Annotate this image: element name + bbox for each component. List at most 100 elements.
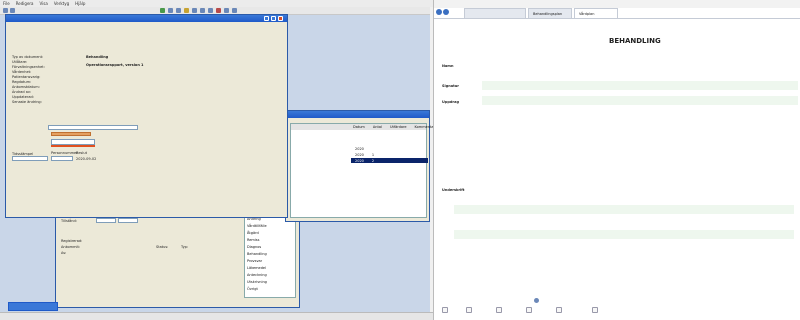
tab-2[interactable]: Behandlingsplan [528, 8, 572, 18]
forward-icon[interactable] [10, 8, 15, 13]
label-by: Av: [61, 251, 67, 255]
status-bar [0, 312, 433, 320]
new-icon[interactable] [160, 8, 165, 13]
data-grid: Datum Antal Utfärdare Kommentar 2020 202… [290, 123, 435, 218]
label-issuer: Utlåtare: [12, 60, 28, 64]
menu-file[interactable]: File [3, 1, 10, 6]
label-state: Tillstånd: [61, 219, 77, 223]
state-field-2[interactable] [118, 218, 138, 223]
label-last-change: Senaste ändring: [12, 100, 42, 104]
list-item-label: Läkemedel [247, 265, 267, 270]
print-icon[interactable] [192, 8, 197, 13]
timestamp-field[interactable] [12, 156, 48, 161]
label-unit: Förvaltningsenhet: [12, 65, 45, 69]
taskbar-button[interactable] [8, 302, 58, 311]
list-item-label: Diagnos [247, 244, 262, 249]
personnummer-field[interactable] [51, 156, 73, 161]
label-responsible: Patientansvarig: [12, 75, 41, 79]
action-button-3[interactable] [496, 307, 502, 313]
list-item[interactable]: Läkemedel [245, 265, 295, 270]
action-button-4[interactable] [526, 307, 532, 313]
list-item[interactable]: Åtgärd [245, 230, 295, 235]
info-band [454, 205, 794, 214]
menu-tools[interactable]: Verktyg [54, 1, 69, 6]
list-item-label: Åtgärd [247, 230, 259, 235]
paragraph-2 [456, 147, 796, 167]
action-button-6[interactable] [592, 307, 598, 313]
delete-icon[interactable] [216, 8, 221, 13]
label-care-unit: Vårdenhet: [12, 70, 32, 74]
status-date: 2020-09-02 [76, 157, 97, 161]
list-item-label: Anteckning [247, 272, 267, 277]
doc-type-value: Behandling [86, 55, 109, 59]
progress-indicator [51, 132, 91, 136]
row-label-signature: Signatur [442, 84, 459, 88]
label-regdate: Regdatum: [12, 80, 32, 84]
list-item-label: Remiss [247, 237, 260, 242]
list-item[interactable]: Vårdtillfälle [245, 223, 295, 228]
paragraph-1 [456, 117, 796, 143]
search-icon[interactable] [200, 8, 205, 13]
list-item[interactable]: Övrigt [245, 286, 295, 291]
col-comment[interactable]: Kommentar [415, 125, 435, 129]
forward-icon[interactable] [443, 9, 449, 15]
open-icon[interactable] [168, 8, 173, 13]
paragraph-3 [456, 171, 796, 181]
save-icon[interactable] [176, 8, 181, 13]
menu-view[interactable]: Visa [40, 1, 48, 6]
settings-icon[interactable] [224, 8, 229, 13]
menu-help[interactable]: Hjälp [75, 1, 85, 6]
table-row[interactable]: 2020 [291, 146, 426, 151]
document-combo[interactable] [48, 125, 138, 130]
label-status: Status: [156, 245, 169, 249]
help-icon[interactable] [232, 8, 237, 13]
maximize-icon[interactable] [271, 16, 276, 21]
list-item-label: Provsvar [247, 258, 263, 263]
action-button-2[interactable] [466, 307, 472, 313]
list-item[interactable]: Provsvar [245, 258, 295, 263]
label-updated: Uppdaterad: [12, 95, 34, 99]
tab-1[interactable] [464, 8, 526, 18]
row-label-name: Namn [442, 64, 454, 68]
label-arrival: Ankomstdatum: [12, 85, 40, 89]
info-band [454, 230, 794, 239]
tab-label: Behandlingsplan [533, 12, 563, 16]
list-item-label: Utskrivning [247, 279, 267, 284]
list-item[interactable]: Diagnos [245, 244, 295, 249]
document-dialog: Typ av dokument: Utlåtare: Förvaltningse… [5, 14, 288, 218]
dialog-titlebar [6, 15, 287, 22]
grid-dialog-titlebar [286, 111, 429, 118]
tab-3[interactable]: Vårdplan [574, 8, 618, 18]
list-item-label: Behandling [247, 251, 267, 256]
grid-header: Datum Antal Utfärdare Kommentar [291, 124, 435, 130]
list-item[interactable]: Anteckning [245, 272, 295, 277]
action-button-5[interactable] [556, 307, 562, 313]
info-band [482, 81, 798, 90]
col-date[interactable]: Datum [353, 125, 365, 129]
col-issuer[interactable]: Utfärdare [390, 125, 407, 129]
action-button-1[interactable] [442, 307, 448, 313]
folder-icon[interactable] [184, 8, 189, 13]
row-label-sign: Underskrift [442, 188, 465, 192]
page-title: BEHANDLING [609, 37, 661, 45]
col-count[interactable]: Antal [373, 125, 382, 129]
close-icon[interactable] [278, 16, 283, 21]
cell-count: 2 [371, 158, 375, 163]
minimize-icon[interactable] [264, 16, 269, 21]
state-field[interactable] [96, 218, 116, 223]
cell-count: 1 [371, 152, 375, 157]
info-icon [534, 298, 539, 303]
browser-titlebar [434, 0, 800, 8]
label-decision: Beslut [76, 151, 87, 155]
back-icon[interactable] [436, 9, 442, 15]
refresh-icon[interactable] [208, 8, 213, 13]
list-item[interactable]: Remiss [245, 237, 295, 242]
list-item[interactable]: Utskrivning [245, 279, 295, 284]
browser-window: Behandlingsplan Vårdplan BEHANDLING Namn… [433, 0, 800, 320]
back-icon[interactable] [3, 8, 8, 13]
row-label-assignment: Uppdrag [442, 100, 459, 104]
table-row[interactable]: 2020 1 [291, 152, 426, 157]
menu-edit[interactable]: Redigera [16, 1, 34, 6]
table-row-selected[interactable]: 2020 2 [351, 158, 428, 163]
list-item[interactable]: Behandling [245, 251, 295, 256]
